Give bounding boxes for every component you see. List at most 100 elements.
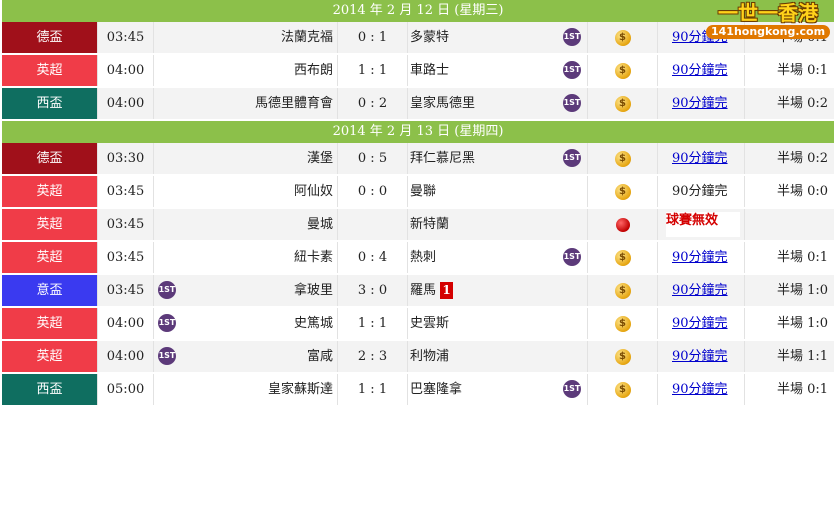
half-time-score: 半場 0:0 xyxy=(745,176,834,207)
away-team-cell: 多蒙特 1ST xyxy=(408,22,588,53)
odds-coin-icon[interactable]: $ xyxy=(614,150,631,167)
home-team-cell: 法蘭克福 xyxy=(154,22,338,53)
away-team-name: 新特蘭 xyxy=(410,217,450,232)
odds-coin-icon[interactable]: $ xyxy=(614,315,631,332)
match-row: 西盃 04:00 馬德里體育會 0 : 2 皇家馬德里 1ST $90分鐘完 半場 0:2 xyxy=(2,88,834,121)
first-goal-icon: 1ST xyxy=(563,28,581,46)
site-logo[interactable]: 一世一香港 141hongkong.com xyxy=(706,1,831,42)
match-status-link[interactable]: 90分鐘完 xyxy=(672,283,728,298)
match-row: 英超 04:00 1ST 富咸 2 : 3 利物浦 $90分鐘完 半場 1:1 xyxy=(2,341,834,374)
home-team-name: 皇家蘇斯達 xyxy=(267,382,333,397)
odds-cell[interactable]: $ xyxy=(588,176,658,207)
first-goal-icon: 1ST xyxy=(563,248,581,266)
first-goal-icon: 1ST xyxy=(563,380,581,398)
logo-domain: 141hongkong.com xyxy=(706,25,831,39)
home-team-cell: 皇家蘇斯達 xyxy=(154,374,338,405)
match-row: 英超 03:45 紐卡素 0 : 4 熱刺 1ST $90分鐘完 半場 0:1 xyxy=(2,242,834,275)
odds-cell[interactable]: $ xyxy=(588,88,658,119)
odds-coin-icon[interactable]: $ xyxy=(614,249,631,266)
odds-cell[interactable]: $ xyxy=(588,55,658,86)
score-cell: 0 : 2 xyxy=(338,88,408,119)
home-team-name: 拿玻里 xyxy=(293,283,333,298)
half-time-score: 半場 0:1 xyxy=(745,242,834,273)
odds-cell[interactable]: $ xyxy=(588,242,658,273)
away-team-name: 羅馬 xyxy=(410,283,437,298)
kickoff-time: 04:00 xyxy=(98,55,154,86)
match-row: 英超 04:00 西布朗 1 : 1 車路士 1ST $90分鐘完 半場 0:1 xyxy=(2,55,834,88)
half-time-score: 半場 1:1 xyxy=(745,341,834,372)
league-cell: 英超 xyxy=(2,308,98,339)
match-status-cell: 球賽無效 xyxy=(658,209,745,240)
odds-cell[interactable]: $ xyxy=(588,143,658,174)
odds-cell[interactable]: $ xyxy=(588,374,658,405)
away-team-name: 車路士 xyxy=(410,63,450,78)
away-team-name: 熱刺 xyxy=(410,250,437,265)
league-cell: 德盃 xyxy=(2,22,98,53)
home-team-cell: 西布朗 xyxy=(154,55,338,86)
match-status-cell[interactable]: 90分鐘完 xyxy=(658,374,745,405)
odds-coin-icon[interactable]: $ xyxy=(614,29,631,46)
match-row: 西盃 05:00 皇家蘇斯達 1 : 1 巴塞隆拿 1ST $90分鐘完 半場 0:1 xyxy=(2,374,834,407)
score-cell: 0 : 4 xyxy=(338,242,408,273)
away-team-cell: 曼聯 xyxy=(408,176,588,207)
match-status-cell[interactable]: 90分鐘完 xyxy=(658,275,745,306)
match-row: 英超 03:45 阿仙奴 0 : 0 曼聯 $90分鐘完 半場 0:0 xyxy=(2,176,834,209)
away-team-cell: 利物浦 xyxy=(408,341,588,372)
match-status-link[interactable]: 90分鐘完 xyxy=(672,250,728,265)
odds-cell[interactable]: $ xyxy=(588,341,658,372)
red-card-icon: 1 xyxy=(440,282,454,299)
match-status-link[interactable]: 90分鐘完 xyxy=(672,96,728,111)
kickoff-time: 03:45 xyxy=(98,22,154,53)
first-goal-icon: 1ST xyxy=(158,314,176,332)
home-team-name: 法蘭克福 xyxy=(280,30,333,45)
kickoff-time: 04:00 xyxy=(98,308,154,339)
league-cell: 英超 xyxy=(2,176,98,207)
odds-cell[interactable]: $ xyxy=(588,275,658,306)
away-team-name: 巴塞隆拿 xyxy=(410,382,463,397)
odds-coin-icon[interactable]: $ xyxy=(614,348,631,365)
odds-coin-icon[interactable]: $ xyxy=(614,282,631,299)
results-board: 2014 年 2 月 12 日 (星期三) 德盃 03:45 法蘭克福 0 : 1 多蒙特… xyxy=(2,0,834,407)
league-cell: 英超 xyxy=(2,55,98,86)
half-time-score xyxy=(745,209,834,240)
score-cell: 2 : 3 xyxy=(338,341,408,372)
half-time-score: 半場 1:0 xyxy=(745,308,834,339)
match-status-link[interactable]: 90分鐘完 xyxy=(672,382,728,397)
odds-coin-icon[interactable]: $ xyxy=(614,183,631,200)
home-team-cell: 1ST 富咸 xyxy=(154,341,338,372)
score-cell: 0 : 1 xyxy=(338,22,408,53)
match-row: 英超 04:00 1ST 史篤城 1 : 1 史雲斯 $90分鐘完 半場 1:0 xyxy=(2,308,834,341)
home-team-cell: 1ST 拿玻里 xyxy=(154,275,338,306)
away-team-name: 多蒙特 xyxy=(410,30,450,45)
away-team-cell: 羅馬 1 xyxy=(408,275,588,306)
logo-title: 一世一香港 xyxy=(718,1,818,25)
odds-coin-icon[interactable]: $ xyxy=(614,62,631,79)
odds-cell[interactable]: $ xyxy=(588,308,658,339)
match-status-cell[interactable]: 90分鐘完 xyxy=(658,88,745,119)
match-status-cell[interactable]: 90分鐘完 xyxy=(658,242,745,273)
league-cell: 英超 xyxy=(2,209,98,240)
home-team-name: 曼城 xyxy=(306,217,333,232)
first-goal-icon: 1ST xyxy=(158,347,176,365)
odds-cell[interactable] xyxy=(588,209,658,240)
match-status-cell[interactable]: 90分鐘完 xyxy=(658,308,745,339)
first-goal-icon: 1ST xyxy=(158,281,176,299)
home-team-name: 阿仙奴 xyxy=(293,184,333,199)
match-status-cell[interactable]: 90分鐘完 xyxy=(658,341,745,372)
score-cell: 1 : 1 xyxy=(338,55,408,86)
match-status-link[interactable]: 90分鐘完 xyxy=(672,316,728,331)
match-status-link[interactable]: 90分鐘完 xyxy=(672,349,728,364)
match-status-link[interactable]: 90分鐘完 xyxy=(672,151,728,166)
date-header: 2014 年 2 月 13 日 (星期四) xyxy=(2,121,834,143)
away-team-name: 利物浦 xyxy=(410,349,450,364)
odds-cell[interactable]: $ xyxy=(588,22,658,53)
match-row: 英超 03:45 曼城 新特蘭 球賽無效 xyxy=(2,209,834,242)
half-time-score: 半場 0:1 xyxy=(745,374,834,405)
match-status-link[interactable]: 90分鐘完 xyxy=(672,63,728,78)
away-team-name: 拜仁慕尼黑 xyxy=(410,151,476,166)
match-status-cell[interactable]: 90分鐘完 xyxy=(658,55,745,86)
odds-coin-icon[interactable]: $ xyxy=(614,381,631,398)
league-cell: 英超 xyxy=(2,341,98,372)
match-status-cell[interactable]: 90分鐘完 xyxy=(658,143,745,174)
odds-coin-icon[interactable]: $ xyxy=(614,95,631,112)
